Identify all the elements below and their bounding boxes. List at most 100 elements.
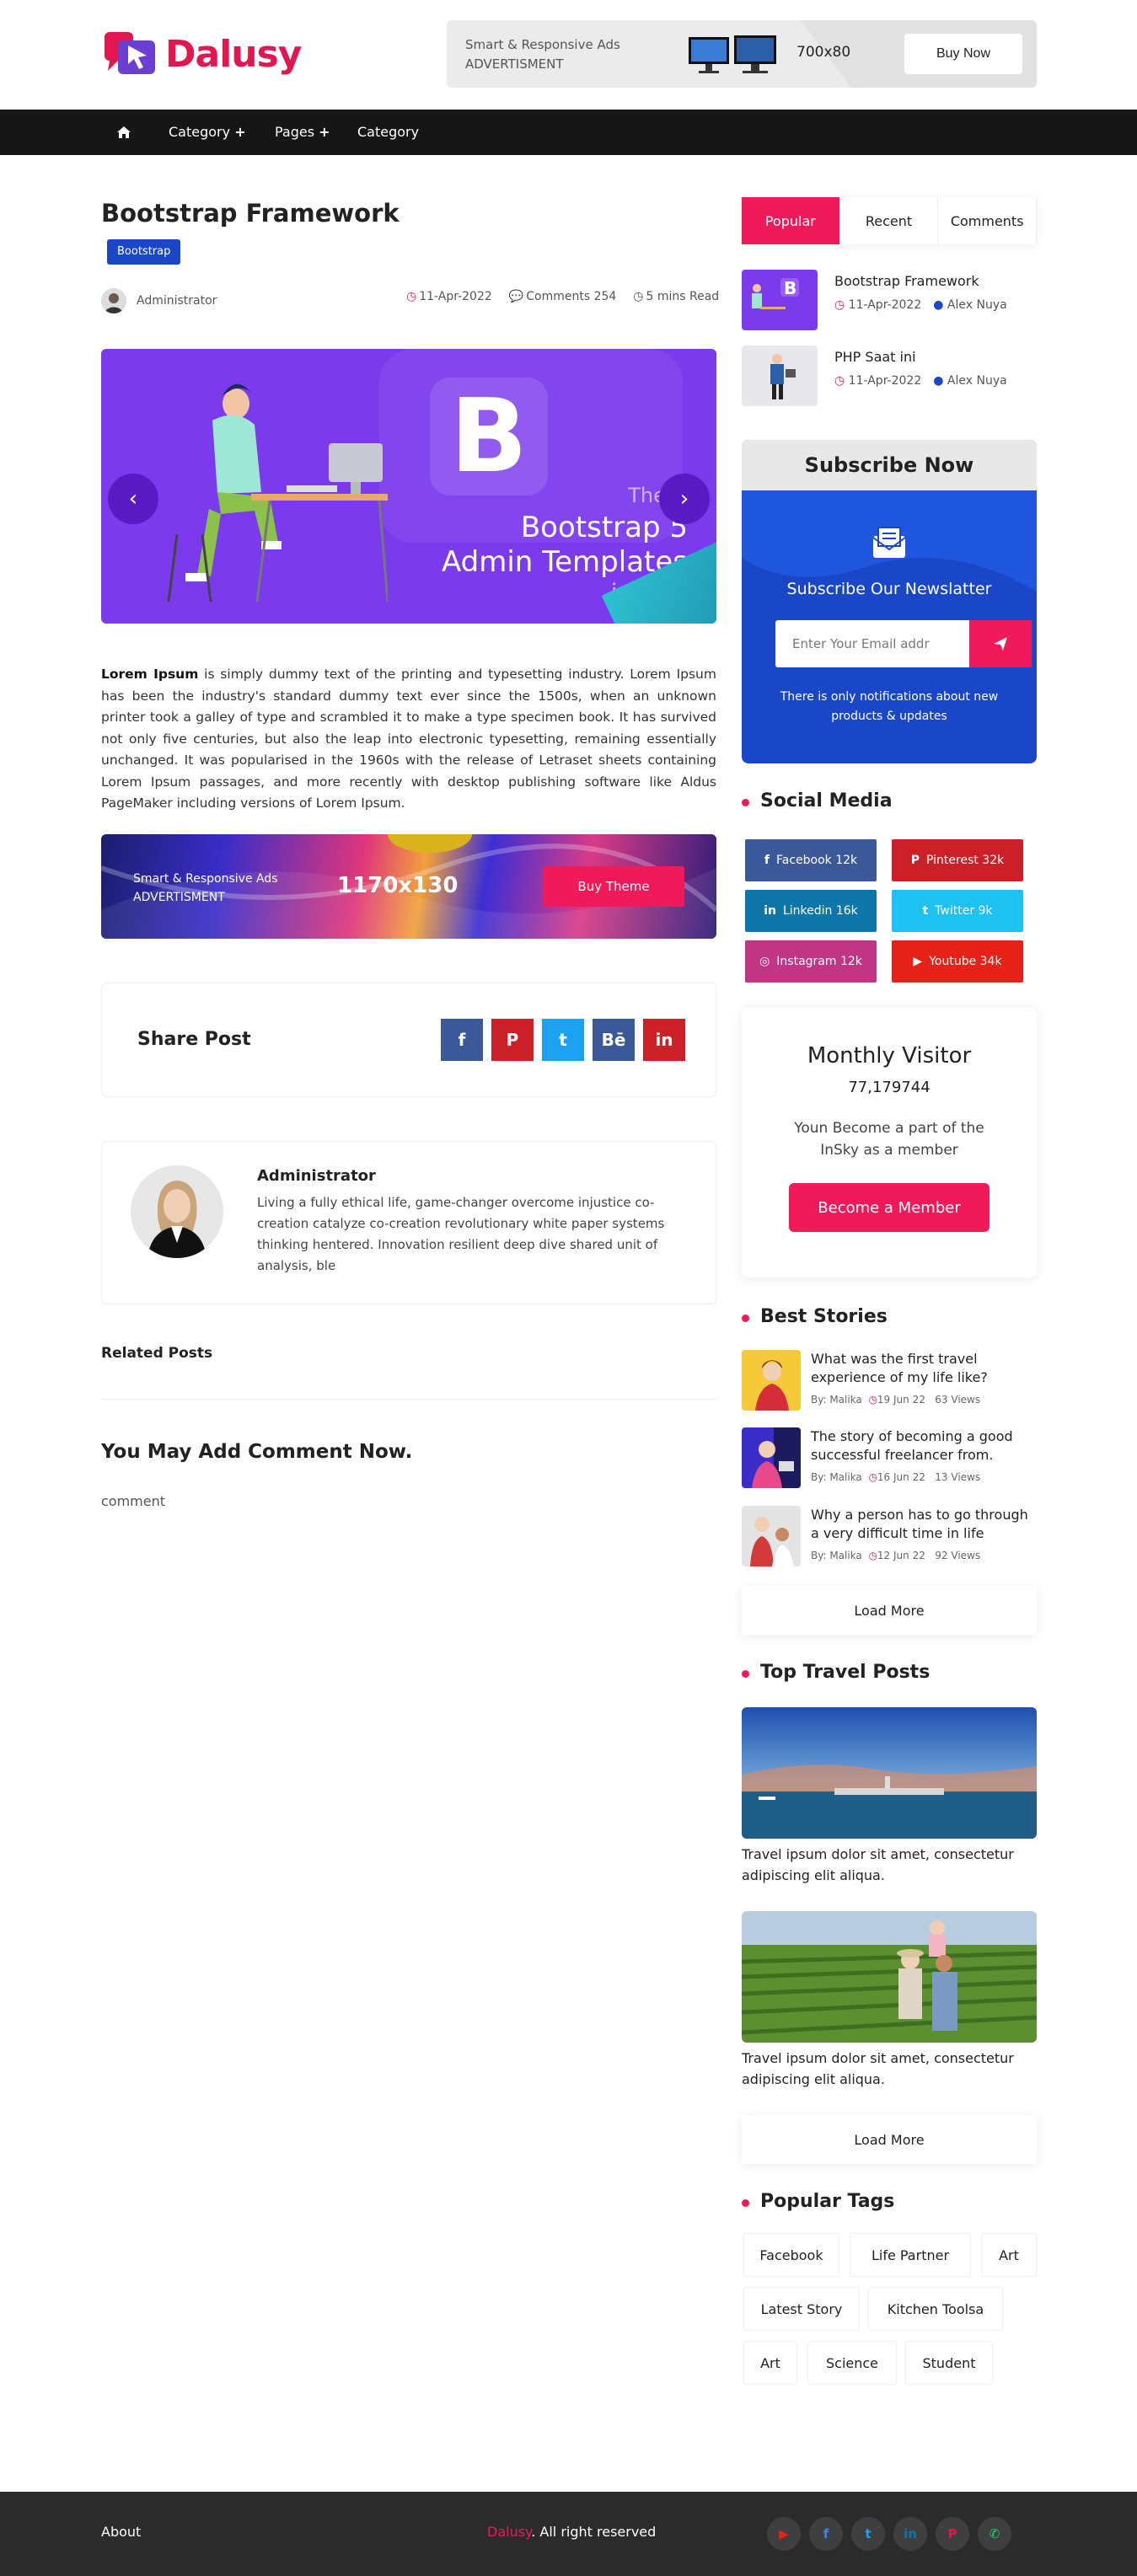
related-posts-title: Related Posts	[101, 1345, 213, 1362]
twitter-counter[interactable]: t Twitter 9k	[892, 890, 1023, 932]
post-tabs: Popular Recent Comments	[742, 197, 1038, 244]
travel-caption[interactable]: Travel ipsum dolor sit amet, consectetur…	[742, 2048, 1037, 2090]
instagram-label: Instagram 12k	[776, 955, 862, 968]
send-button[interactable]	[969, 620, 1032, 667]
tag-art[interactable]: Art	[981, 2233, 1037, 2277]
travel-image[interactable]	[742, 1707, 1037, 1839]
body-text: is simply dummy text of the printing and…	[101, 667, 716, 811]
buy-theme-button[interactable]: Buy Theme	[543, 866, 684, 907]
nav-item-category[interactable]: Category +	[169, 110, 246, 155]
story-item[interactable]: Why a person has to go through a very di…	[742, 1506, 1037, 1566]
become-member-button[interactable]: Become a Member	[789, 1183, 990, 1232]
story-title: What was the first travel experience of …	[811, 1351, 988, 1385]
share-icons: f P t Bē in	[441, 1019, 685, 1061]
tag-kitchen-toolsa[interactable]: Kitchen Toolsa	[868, 2287, 1003, 2331]
facebook-icon: f	[764, 854, 770, 867]
readtime-text: 5 mins Read	[646, 290, 720, 303]
main-nav: Category + Pages + Category	[0, 110, 1137, 155]
travel-caption[interactable]: Travel ipsum dolor sit amet, consectetur…	[742, 1844, 1037, 1886]
social-media-heading: Social Media	[742, 790, 893, 811]
tab-popular[interactable]: Popular	[742, 197, 840, 244]
whatsapp-icon[interactable]: ✆	[978, 2517, 1011, 2551]
facebook-counter[interactable]: f Facebook 12k	[745, 839, 877, 881]
footer-about-link[interactable]: About	[101, 2524, 141, 2540]
facebook-icon[interactable]: f	[441, 1019, 483, 1061]
visitor-text: Youn Become a part of the InSky as a mem…	[794, 1120, 984, 1159]
tag-art-2[interactable]: Art	[743, 2341, 797, 2385]
nav-item-category-2[interactable]: Category	[357, 110, 419, 155]
logo[interactable]: Dalusy	[101, 27, 302, 81]
plus-icon: +	[234, 124, 246, 140]
popular-post[interactable]: PHP Saat ini ◷ 11-Apr-2022 ● Alex Nuya	[742, 345, 1037, 406]
top-travel-heading: Top Travel Posts	[742, 1662, 930, 1683]
popular-post-author: Alex Nuya	[947, 374, 1007, 388]
twitter-icon[interactable]: t	[851, 2517, 885, 2551]
instagram-icon: ◎	[759, 955, 770, 968]
youtube-counter[interactable]: ▶ Youtube 34k	[892, 940, 1023, 983]
body-bold: Lorem Ipsum	[101, 667, 199, 682]
popular-post[interactable]: B Bootstrap Framework ◷ 11-Apr-2022 ● Ale…	[742, 270, 1037, 330]
post-thumbnail	[742, 345, 818, 406]
clock-icon: ◷	[868, 1550, 877, 1561]
bio-name: Administrator	[257, 1167, 376, 1185]
pinterest-icon[interactable]: P	[936, 2517, 969, 2551]
subscribe-box: Subscribe Now Subscribe Our Newslatter E…	[742, 440, 1037, 763]
load-more-travel-button[interactable]: Load More	[742, 2115, 1037, 2164]
bootstrap-logo: B	[430, 378, 548, 495]
popular-post-meta: ◷ 11-Apr-2022 ● Alex Nuya	[834, 374, 1007, 388]
linkedin-icon[interactable]: in	[643, 1019, 685, 1061]
page: Dalusy Smart & Responsive Ads ADVERTISME…	[0, 0, 1137, 2576]
clock-icon: ◷	[868, 1471, 877, 1483]
story-date: 12 Jun 22	[877, 1550, 925, 1561]
slider-next-button[interactable]: ›	[659, 474, 710, 524]
buy-now-button[interactable]: Buy Now	[904, 34, 1022, 74]
subscribe-note: There is only notifications about new pr…	[780, 690, 999, 723]
footer-rights: . All right reserved	[531, 2524, 657, 2540]
twitter-label: Twitter 9k	[935, 904, 993, 918]
svg-text:B: B	[784, 278, 796, 298]
home-icon[interactable]	[116, 110, 133, 155]
clock-icon: ◷	[834, 298, 849, 312]
story-meta: By: Malika ◷19 Jun 22 63 Views	[811, 1394, 980, 1406]
facebook-icon[interactable]: f	[809, 2517, 843, 2551]
nav-item-label: Category	[169, 124, 231, 140]
story-item[interactable]: What was the first travel experience of …	[742, 1350, 1037, 1411]
pinterest-icon[interactable]: P	[491, 1019, 534, 1061]
category-badge[interactable]: Bootstrap	[107, 239, 181, 265]
tag-life-partner[interactable]: Life Partner	[850, 2233, 971, 2277]
story-title: Why a person has to go through a very di…	[811, 1507, 1028, 1541]
instagram-counter[interactable]: ◎ Instagram 12k	[745, 940, 877, 983]
behance-icon[interactable]: Bē	[593, 1019, 635, 1061]
email-field[interactable]: Enter Your Email addr	[775, 620, 969, 667]
popular-post-meta: ◷ 11-Apr-2022 ● Alex Nuya	[834, 298, 1007, 312]
linkedin-counter[interactable]: in Linkedin 16k	[745, 890, 877, 932]
tag-latest-story[interactable]: Latest Story	[743, 2287, 860, 2331]
twitter-icon[interactable]: t	[542, 1019, 584, 1061]
linkedin-icon[interactable]: in	[893, 2517, 927, 2551]
youtube-icon[interactable]: ▶	[767, 2517, 801, 2551]
post-date: ◷ 11-Apr-2022	[406, 290, 492, 303]
banner-text: Smart & Responsive Ads ADVERTISMENT	[133, 870, 278, 907]
post-author[interactable]: Administrator	[101, 288, 217, 313]
ad-line1: Smart & Responsive Ads	[465, 37, 620, 52]
nav-item-pages[interactable]: Pages +	[275, 110, 330, 155]
load-more-stories-button[interactable]: Load More	[742, 1586, 1037, 1635]
tab-comments[interactable]: Comments	[938, 197, 1038, 244]
send-icon	[994, 637, 1007, 651]
footer-brand[interactable]: Dalusy	[487, 2524, 531, 2540]
slider-prev-button[interactable]: ‹	[108, 474, 158, 524]
popular-post-date: 11-Apr-2022	[848, 298, 922, 312]
travel-image[interactable]	[742, 1911, 1037, 2043]
story-item[interactable]: The story of becoming a good successful …	[742, 1427, 1037, 1488]
monthly-visitor-card: Monthly Visitor 77,179744 Youn Become a …	[742, 1008, 1037, 1277]
pinterest-counter[interactable]: P Pinterest 32k	[892, 839, 1023, 881]
banner-line2: ADVERTISMENT	[133, 891, 225, 904]
tag-facebook[interactable]: Facebook	[743, 2233, 839, 2277]
plus-icon: +	[319, 124, 330, 140]
tag-student[interactable]: Student	[905, 2341, 993, 2385]
tag-science[interactable]: Science	[807, 2341, 897, 2385]
post-comments[interactable]: 💬 Comments 254	[509, 290, 617, 303]
avatar	[101, 288, 126, 313]
post-thumbnail: B	[742, 270, 818, 330]
tab-recent[interactable]: Recent	[839, 197, 939, 244]
